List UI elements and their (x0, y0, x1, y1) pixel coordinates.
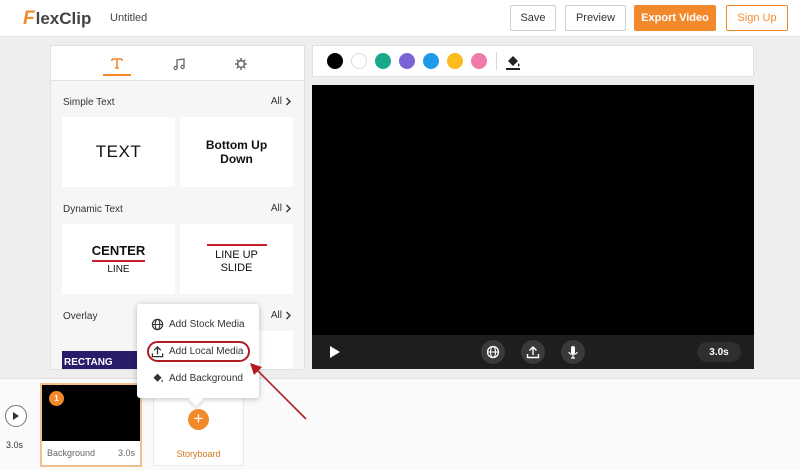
clip-duration-label: 3.0s (117, 448, 135, 458)
color-swatch-yellow[interactable] (447, 53, 463, 69)
globe-icon (486, 345, 500, 359)
add-background-item[interactable]: Add Background (151, 368, 243, 388)
color-swatch-white[interactable] (351, 53, 367, 69)
toolbar-divider (496, 52, 497, 70)
save-button[interactable]: Save (510, 5, 556, 31)
flexclip-logo[interactable]: F lexClip (23, 8, 91, 30)
panel-tabs (51, 46, 304, 81)
dynamic-text-all-link[interactable]: All (271, 203, 292, 214)
chevron-right-icon (286, 97, 291, 106)
tab-text[interactable] (103, 52, 131, 76)
export-video-button[interactable]: Export Video (634, 5, 716, 31)
text-style-label: CENTER (91, 243, 146, 262)
section-title-simple-text: Simple Text (63, 97, 115, 108)
logo-initial: F (23, 8, 35, 29)
paint-bucket-icon (153, 373, 163, 382)
text-style-label: Bottom Up Down (205, 138, 268, 166)
highlight-ring (147, 341, 250, 362)
stock-media-button[interactable] (481, 340, 505, 364)
timeline-clip[interactable]: 1 Background 3.0s (40, 383, 142, 467)
microphone-icon (568, 346, 578, 359)
paint-bucket-icon (506, 56, 520, 70)
all-label: All (270, 203, 282, 214)
add-stock-media-item[interactable]: Add Stock Media (151, 314, 245, 334)
globe-icon (151, 318, 164, 330)
text-style-line-up-slide[interactable]: LINE UP SLIDE (180, 224, 293, 294)
play-icon (330, 346, 340, 358)
color-toolbar (312, 45, 754, 77)
section-title-overlay: Overlay (63, 311, 98, 322)
simple-text-all-link[interactable]: All (271, 96, 292, 107)
project-title[interactable]: Untitled (110, 12, 147, 24)
menu-item-label: Add Background (169, 372, 243, 384)
top-bar: F lexClip Untitled Save Preview Export V… (0, 0, 800, 37)
text-style-text[interactable]: TEXT (62, 117, 175, 187)
text-style-label: TEXT (95, 142, 142, 161)
color-swatch-purple[interactable] (399, 53, 415, 69)
color-swatch-pink[interactable] (471, 53, 487, 69)
upload-icon (526, 346, 540, 359)
tab-music[interactable] (165, 52, 193, 76)
text-style-sublabel: LINE (107, 264, 130, 275)
upload-media-button[interactable] (521, 340, 545, 364)
clip-duration[interactable]: 3.0s (697, 342, 741, 362)
clip-number-badge: 1 (49, 391, 64, 406)
timeline-play-button[interactable] (5, 405, 27, 427)
text-style-bottom-up-down[interactable]: Bottom Up Down (180, 117, 293, 187)
section-title-dynamic-text: Dynamic Text (63, 204, 123, 215)
menu-item-label: Add Stock Media (169, 318, 245, 330)
plus-icon[interactable]: + (188, 409, 209, 430)
total-time: 3.0s (6, 440, 24, 450)
storyboard-label: Storyboard (176, 449, 221, 459)
annotation-arrow (250, 363, 307, 420)
text-icon (111, 58, 123, 69)
sign-up-button[interactable]: Sign Up (726, 5, 788, 31)
preview-button[interactable]: Preview (565, 5, 626, 31)
video-canvas[interactable] (312, 85, 754, 335)
chevron-right-icon (286, 311, 291, 320)
fill-color-button[interactable] (505, 54, 521, 75)
all-label: All (270, 310, 282, 321)
center-line-preview: CENTER LINE (91, 243, 146, 275)
player-controls: 3.0s (312, 335, 754, 369)
clip-label: Background (47, 448, 96, 458)
color-swatch-blue[interactable] (423, 53, 439, 69)
text-style-center-line[interactable]: CENTER LINE (62, 224, 175, 294)
all-label: All (270, 96, 282, 107)
color-swatch-black[interactable] (327, 53, 343, 69)
gear-icon (235, 58, 247, 70)
tab-settings[interactable] (227, 52, 255, 76)
chevron-right-icon (286, 204, 291, 213)
logo-text: lexClip (35, 9, 92, 28)
preview-play-button[interactable] (329, 345, 341, 364)
play-icon (13, 412, 19, 420)
overlay-all-link[interactable]: All (271, 310, 292, 321)
text-style-label: LINE UP SLIDE (206, 243, 267, 275)
music-icon (173, 58, 185, 71)
record-voice-button[interactable] (561, 340, 585, 364)
color-swatch-teal[interactable] (375, 53, 391, 69)
